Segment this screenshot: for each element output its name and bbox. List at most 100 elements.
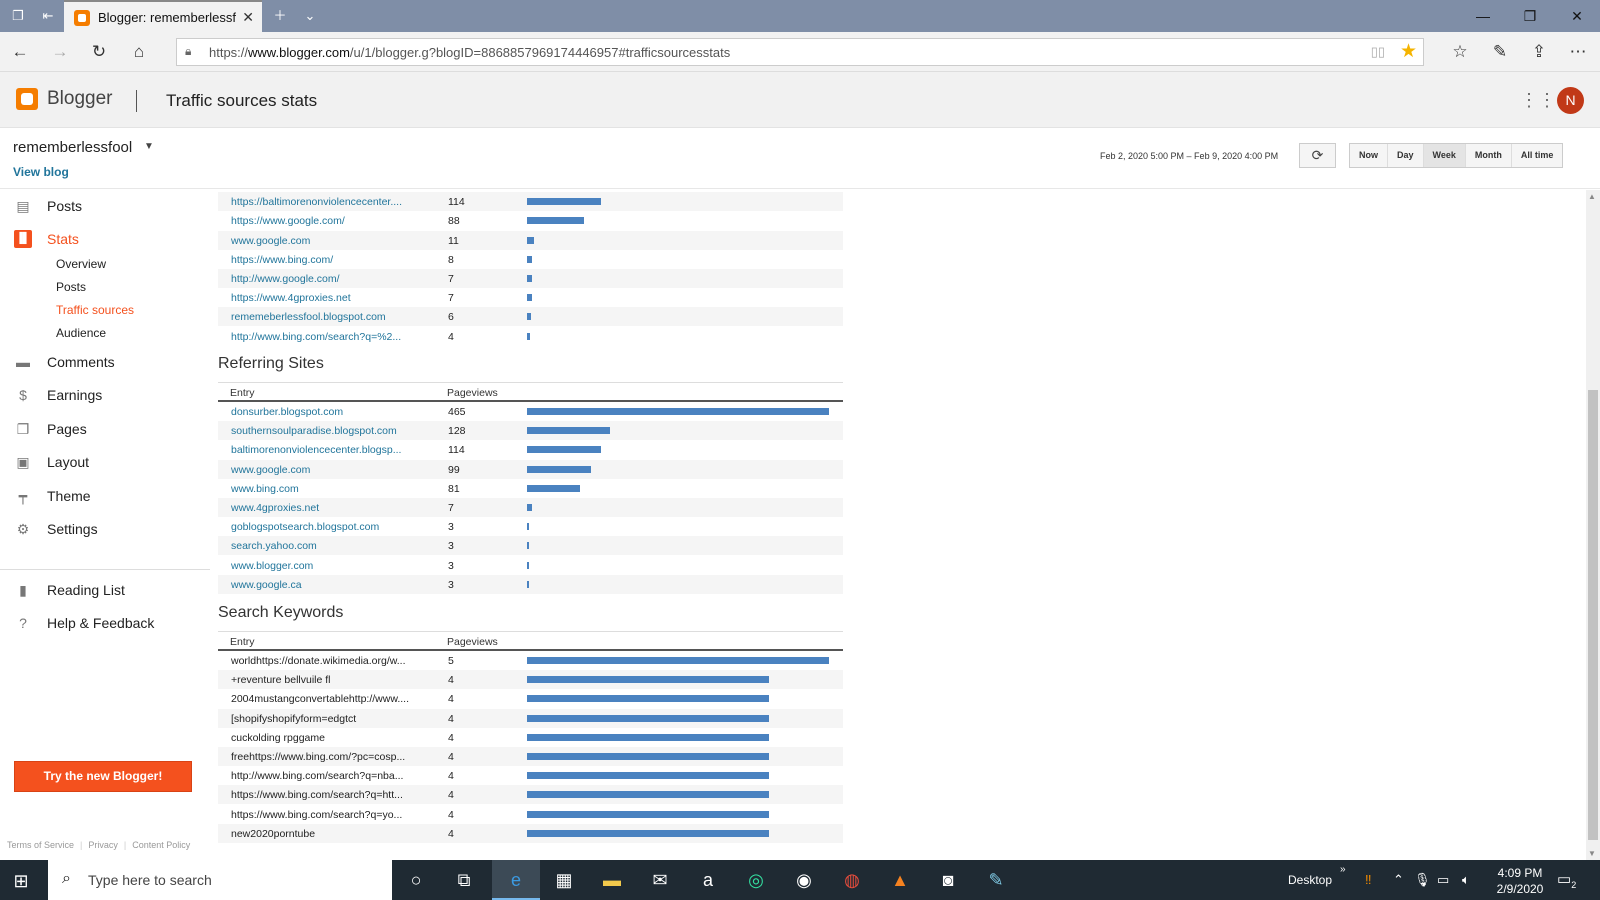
row-entry[interactable]: southernsoulparadise.blogspot.com [231, 425, 411, 437]
page-scrollbar[interactable]: ▲ ▼ [1586, 190, 1600, 860]
terms-link[interactable]: Terms of Service [7, 840, 74, 850]
close-window-icon[interactable]: ✕ [1567, 6, 1587, 26]
row-entry[interactable]: rememeberlessfool.blogspot.com [231, 311, 411, 323]
home-icon[interactable]: ⌂ [127, 40, 151, 64]
notifications-icon[interactable]: ▭2 [1557, 870, 1576, 890]
column-header-entry: Entry [230, 636, 255, 648]
favorites-hub-icon[interactable]: ☆ [1448, 40, 1472, 64]
pen-icon[interactable]: ✎ [1488, 40, 1512, 64]
range-day-button[interactable]: Day [1388, 144, 1424, 167]
desktop-toolbar-label[interactable]: Desktop [1288, 873, 1332, 887]
task-view-icon[interactable]: ⧉ [440, 860, 488, 900]
set-tabs-aside-icon[interactable]: ⇤ [38, 6, 58, 26]
camera-icon[interactable]: ◙ [924, 860, 972, 900]
row-entry[interactable]: http://www.google.com/ [231, 273, 411, 285]
sidebar-item-reading-list[interactable]: ▮ Reading List [14, 578, 125, 602]
try-new-blogger-button[interactable]: Try the new Blogger! [14, 761, 192, 792]
sidebar-item-comments[interactable]: ▬ Comments [14, 350, 115, 374]
range-week-button[interactable]: Week [1423, 144, 1466, 167]
blog-selector[interactable]: rememberlessfool [13, 139, 132, 156]
row-entry[interactable]: goblogspotsearch.blogspot.com [231, 521, 411, 533]
file-explorer-icon[interactable]: ▬ [588, 860, 636, 900]
scrollbar-thumb[interactable] [1588, 390, 1598, 840]
restore-icon[interactable]: ❐ [1520, 6, 1540, 26]
scroll-down-icon[interactable]: ▼ [1588, 849, 1596, 858]
new-tab-icon[interactable]: ＋ [270, 6, 290, 26]
apps-grid-icon[interactable]: ⋮⋮⋮ [1520, 90, 1574, 110]
refresh-page-icon[interactable]: ↻ [87, 40, 111, 64]
sidebar-item-stats[interactable]: ▐▌ Stats [14, 227, 79, 251]
sidebar-sub-audience[interactable]: Audience [56, 326, 106, 340]
row-entry[interactable]: www.4gproxies.net [231, 502, 411, 514]
refresh-stats-button[interactable]: ⟳ [1299, 143, 1336, 168]
sidebar-item-theme[interactable]: ┯ Theme [14, 484, 91, 508]
row-entry[interactable]: https://www.4gproxies.net [231, 292, 411, 304]
row-entry[interactable]: www.google.com [231, 464, 411, 476]
tab-list-chevron-icon[interactable]: ⌄ [300, 6, 320, 26]
range-all-time-button[interactable]: All time [1512, 144, 1563, 167]
row-entry[interactable]: www.blogger.com [231, 560, 411, 572]
sidebar-sub-posts[interactable]: Posts [56, 280, 86, 294]
paint-icon[interactable]: ✎ [972, 860, 1020, 900]
warning-app-icon[interactable]: ‼ [1365, 872, 1372, 887]
edge-browser-icon[interactable]: e [492, 860, 540, 900]
tripadvisor-icon[interactable]: ◎ [732, 860, 780, 900]
expand-toolbar-icon[interactable]: » [1340, 864, 1346, 875]
taskbar-search-input[interactable]: ⌕ Type here to search [48, 860, 392, 900]
chevron-down-icon[interactable]: ▼ [144, 141, 154, 152]
row-entry[interactable]: www.google.com [231, 235, 411, 247]
blogger-logo-icon[interactable] [16, 88, 38, 110]
avatar[interactable]: N [1557, 87, 1584, 114]
power-icon[interactable]: ▭ [1437, 872, 1449, 888]
show-hidden-icons-icon[interactable]: ⌃ [1393, 872, 1404, 888]
vlc-icon[interactable]: ▲ [876, 860, 924, 900]
layout-icon: ▣ [16, 454, 30, 470]
clock-date[interactable]: 2/9/2020 [1490, 882, 1550, 896]
row-entry[interactable]: http://www.bing.com/search?q=%2... [231, 331, 411, 343]
row-entry[interactable]: https://www.bing.com/ [231, 254, 411, 266]
minimize-icon[interactable]: — [1473, 6, 1493, 26]
color-wheel-icon[interactable]: ◍ [828, 860, 876, 900]
view-blog-link[interactable]: View blog [13, 165, 69, 179]
row-entry[interactable]: baltimorenonviolencecenter.blogsp... [231, 444, 411, 456]
cortana-icon[interactable]: ○ [392, 860, 440, 900]
sidebar-item-earnings[interactable]: $ Earnings [14, 383, 102, 407]
scroll-up-icon[interactable]: ▲ [1588, 192, 1596, 201]
store-icon[interactable]: ▦ [540, 860, 588, 900]
row-entry[interactable]: www.bing.com [231, 483, 411, 495]
volume-icon[interactable]: 🔈︎ [1462, 872, 1470, 888]
sidebar-item-layout[interactable]: ▣ Layout [14, 450, 89, 474]
favorite-star-icon[interactable]: ★ [1400, 40, 1417, 63]
sidebar-item-pages[interactable]: ❐ Pages [14, 417, 87, 441]
clock-time[interactable]: 4:09 PM [1490, 866, 1550, 880]
range-month-button[interactable]: Month [1466, 144, 1512, 167]
sidebar-item-help[interactable]: ? Help & Feedback [14, 611, 154, 635]
camera-lens-icon[interactable]: ◉ [780, 860, 828, 900]
mail-icon[interactable]: ✉ [636, 860, 684, 900]
row-entry[interactable]: search.yahoo.com [231, 540, 411, 552]
share-icon[interactable]: ⇪ [1527, 40, 1551, 64]
back-icon[interactable]: ← [8, 40, 32, 64]
forward-icon[interactable]: → [48, 40, 72, 64]
row-entry[interactable]: donsurber.blogspot.com [231, 406, 411, 418]
tab-actions-icon[interactable]: ❐ [8, 6, 28, 26]
microphone-icon[interactable]: 🎙︎ [1414, 872, 1431, 888]
browser-tab-active[interactable]: Blogger: rememberlessf ✕ [64, 0, 262, 32]
sidebar-sub-overview[interactable]: Overview [56, 257, 106, 271]
row-entry[interactable]: https://www.google.com/ [231, 215, 411, 227]
row-entry[interactable]: www.google.ca [231, 579, 411, 591]
range-now-button[interactable]: Now [1350, 144, 1388, 167]
address-input[interactable]: 🔒︎ https://www.blogger.com/u/1/blogger.g… [176, 38, 1424, 66]
sidebar-item-settings[interactable]: ⚙ Settings [14, 517, 98, 541]
reading-view-icon[interactable]: ▯▯ [1371, 44, 1385, 60]
amazon-icon[interactable]: a [684, 860, 732, 900]
blogger-brand[interactable]: Blogger [47, 88, 113, 110]
close-tab-icon[interactable]: ✕ [242, 9, 254, 26]
more-icon[interactable]: ⋯ [1566, 40, 1590, 64]
sidebar-sub-traffic-sources[interactable]: Traffic sources [56, 303, 134, 317]
windows-start-icon[interactable]: ⊞ [10, 870, 32, 892]
row-entry[interactable]: https://baltimorenonviolencecenter.... [231, 196, 411, 208]
sidebar-item-posts[interactable]: ▤ Posts [14, 194, 82, 218]
content-policy-link[interactable]: Content Policy [132, 840, 190, 850]
privacy-link[interactable]: Privacy [88, 840, 118, 850]
